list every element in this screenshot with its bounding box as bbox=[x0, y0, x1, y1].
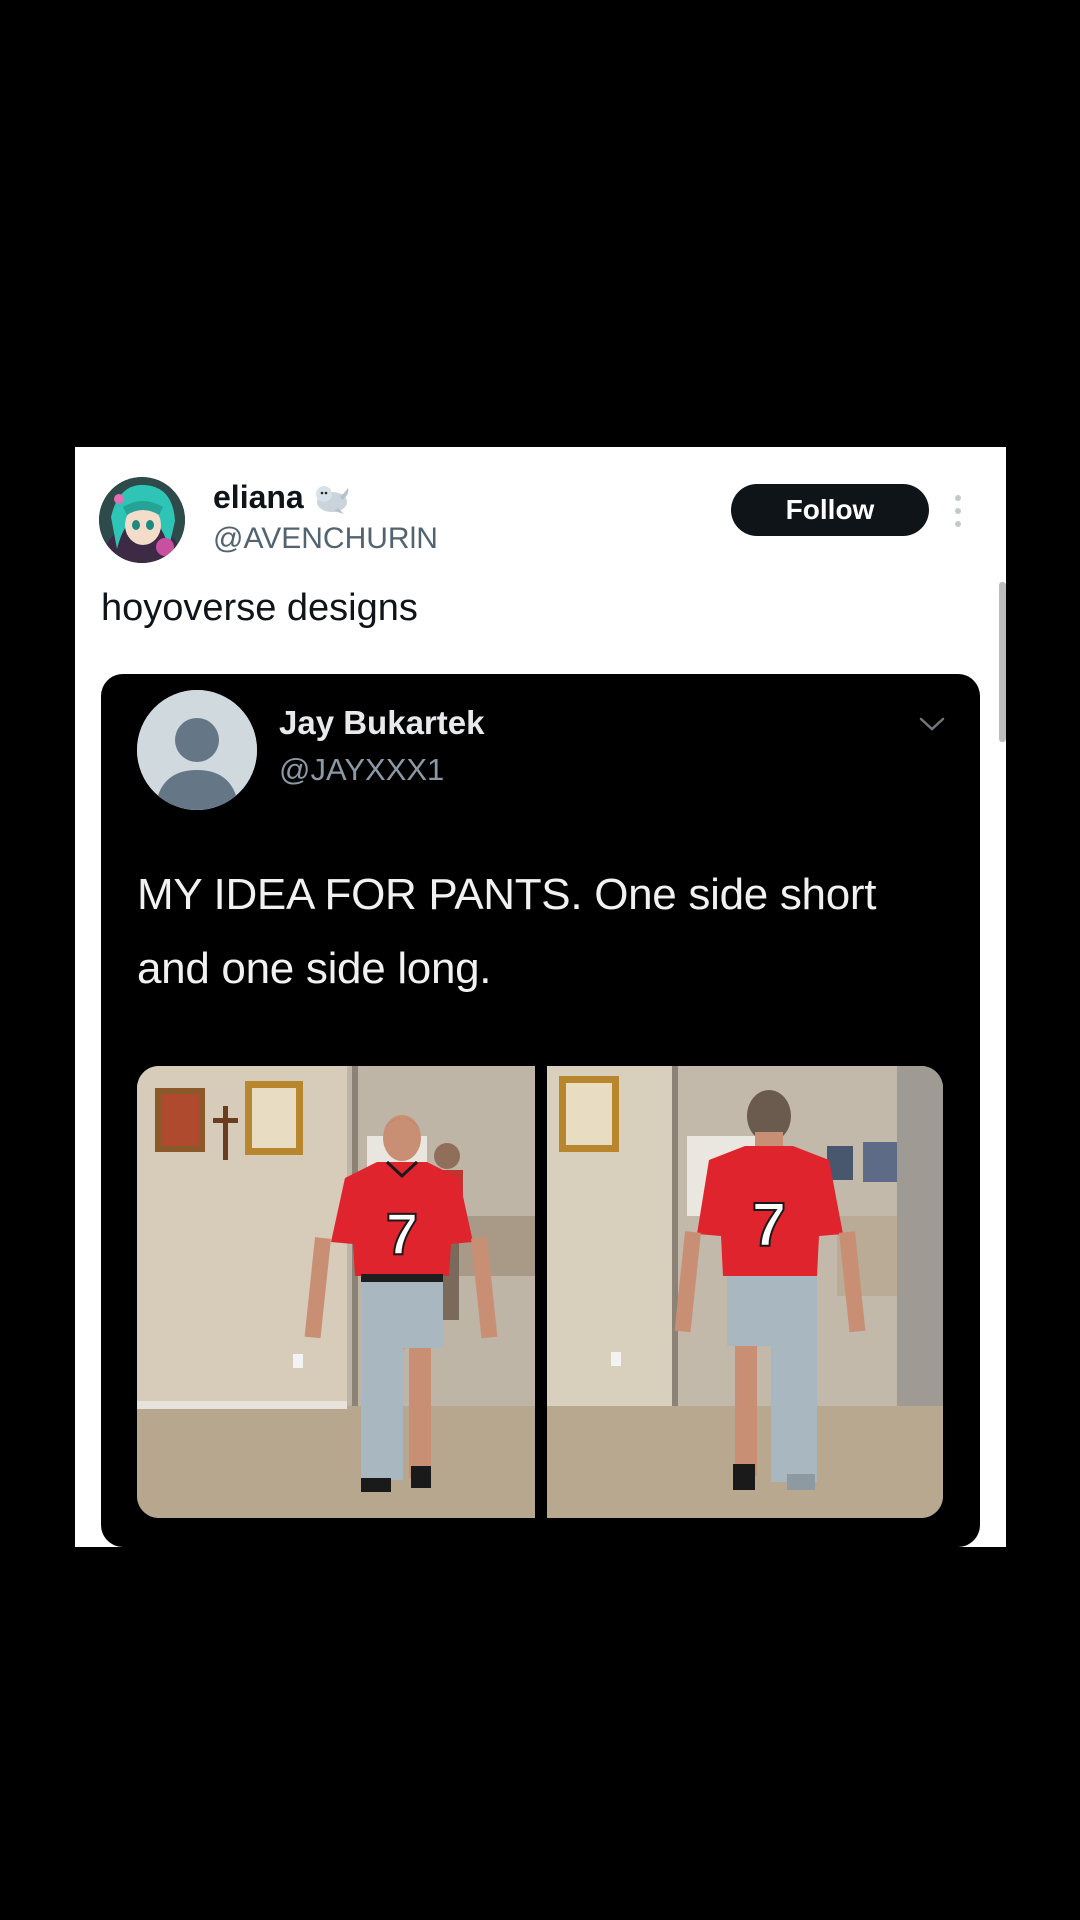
seal-emoji-icon bbox=[315, 485, 349, 514]
quoted-user-handle: @JAYXXX1 bbox=[279, 752, 445, 787]
display-name[interactable]: eliana bbox=[213, 479, 304, 516]
quoted-tweet-text: MY IDEA FOR PANTS. One side short and on… bbox=[137, 870, 877, 993]
jersey-number-front: 7 bbox=[386, 1202, 418, 1267]
tweet-text: hoyoverse designs bbox=[101, 587, 418, 629]
chevron-down-icon bbox=[919, 717, 945, 731]
default-profile-icon bbox=[137, 690, 257, 810]
avatar[interactable] bbox=[99, 477, 185, 563]
scrollbar[interactable] bbox=[999, 582, 1006, 742]
more-vertical-icon[interactable] bbox=[951, 491, 965, 531]
user-handle[interactable]: @AVENCHURlN bbox=[213, 522, 438, 556]
photo-front-view[interactable]: 7 bbox=[137, 1066, 535, 1518]
photo-back-view[interactable]: 7 bbox=[547, 1066, 943, 1518]
follow-button[interactable]: Follow bbox=[731, 484, 929, 536]
anime-avatar-image bbox=[99, 477, 185, 563]
tweet-card[interactable]: eliana @AVENCHURlN Follow hoyoverse desi… bbox=[75, 447, 1006, 1547]
jersey-number-back: 7 bbox=[752, 1191, 786, 1260]
quoted-tweet-screenshot[interactable]: Jay Bukartek @JAYXXX1 MY IDEA FOR PANTS.… bbox=[101, 674, 980, 1547]
quoted-display-name: Jay Bukartek bbox=[279, 704, 485, 741]
